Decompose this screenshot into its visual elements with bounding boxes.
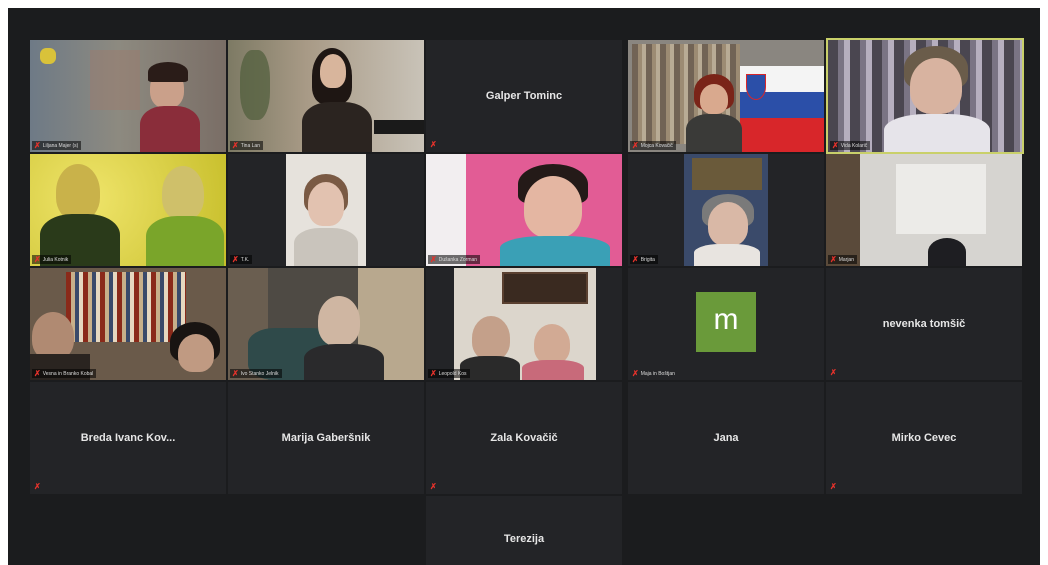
mic-off-icon: ✗ [232, 141, 239, 150]
participant-name: Tina Lan [240, 142, 260, 149]
participant-tile[interactable]: ✗ Mojca Kovačič [628, 40, 824, 152]
participant-name: Leopold Kos [438, 370, 467, 377]
name-tag: ✗ Marjan [828, 255, 857, 264]
participant-tile[interactable]: Galper Tominc ✗ [426, 40, 622, 152]
mic-off-icon: ✗ [632, 141, 639, 150]
mic-off-icon: ✗ [34, 141, 41, 150]
participant-name: Maja in Boštjan [640, 370, 675, 377]
participant-tile[interactable]: Terezija [426, 496, 622, 565]
mic-off-icon: ✗ [34, 255, 41, 264]
name-tag: ✗ Brigita [630, 255, 658, 264]
participant-name: Vesna in Branko Kobal [42, 370, 94, 377]
name-tag: ✗ Leopold Kos [428, 369, 470, 378]
mic-off-icon: ✗ [830, 368, 837, 377]
participant-tile-active-speaker[interactable]: ✗ Vida Kolarič [826, 38, 1024, 154]
participant-name: Marjan [838, 256, 854, 263]
video-feed [426, 154, 622, 266]
participant-name: Ivo Stanko Jelnik [240, 370, 279, 377]
participant-tile[interactable]: ✗ Brigita [628, 154, 824, 266]
name-tag: ✗ T.K. [230, 255, 253, 264]
video-feed [30, 268, 226, 380]
participant-name: Mirko Cevec [891, 432, 957, 444]
participant-name: Jana [713, 432, 739, 444]
participant-tile[interactable]: ✗ Julia Kotnik [30, 154, 226, 266]
participant-tile[interactable]: Jana [628, 382, 824, 494]
participant-tile[interactable]: ✗ Liljana Majer (s) [30, 40, 226, 152]
participant-name: Julia Kotnik [42, 256, 69, 263]
name-tag: ✗ Maja in Boštjan [630, 369, 678, 378]
participant-name: Brigita [640, 256, 655, 263]
participant-tile[interactable]: ✗ Marjan [826, 154, 1022, 266]
participant-name: Vida Kolarič [840, 142, 868, 149]
mic-off-icon: ✗ [632, 255, 639, 264]
participant-name: Liljana Majer (s) [42, 142, 79, 149]
gallery-view: ✗ Liljana Majer (s) ✗ Tina Lan Galper Tomi… [8, 8, 1040, 565]
participant-tile[interactable]: ✗ Dušanka Zorman [426, 154, 622, 266]
mic-off-icon: ✗ [430, 140, 437, 149]
video-feed [30, 154, 226, 266]
participant-name: Breda Ivanc Kov... [80, 432, 176, 444]
mic-off-icon: ✗ [34, 482, 41, 491]
video-feed [828, 40, 1022, 152]
participant-tile[interactable]: Marija Gaberšnik [228, 382, 424, 494]
mic-off-icon: ✗ [830, 255, 837, 264]
video-feed [228, 154, 424, 266]
participant-tile[interactable]: ✗ T.K. [228, 154, 424, 266]
mic-off-icon: ✗ [430, 255, 437, 264]
participant-tile[interactable]: ✗ Ivo Stanko Jelnik [228, 268, 424, 380]
mic-off-icon: ✗ [232, 255, 239, 264]
avatar: m [696, 292, 756, 352]
name-tag: ✗ Mojca Kovačič [630, 141, 676, 150]
video-feed [826, 154, 1022, 266]
participant-tile[interactable]: Zala Kovačič ✗ [426, 382, 622, 494]
participant-name: Zala Kovačič [490, 432, 558, 444]
participant-name: nevenka tomšič [882, 318, 966, 330]
name-tag: ✗ Vesna in Branko Kobal [32, 369, 97, 378]
name-tag: ✗ Ivo Stanko Jelnik [230, 369, 282, 378]
name-tag: ✗ Dušanka Zorman [428, 255, 481, 264]
participant-name: Mojca Kovačič [640, 142, 673, 149]
video-feed [228, 40, 424, 152]
mic-off-icon: ✗ [832, 141, 839, 150]
name-tag: ✗ Vida Kolarič [830, 141, 871, 150]
participant-name: Marija Gaberšnik [281, 432, 371, 444]
video-feed [30, 40, 226, 152]
participant-name: Terezija [503, 532, 545, 545]
participant-tile[interactable]: nevenka tomšič ✗ [826, 268, 1022, 380]
mic-off-icon: ✗ [830, 482, 837, 491]
participant-tile[interactable]: m ✗ Maja in Boštjan [628, 268, 824, 380]
participant-tile[interactable]: Mirko Cevec ✗ [826, 382, 1022, 494]
video-feed [228, 268, 424, 380]
mic-off-icon: ✗ [430, 369, 437, 378]
video-feed [628, 40, 824, 152]
video-feed [426, 268, 622, 380]
mic-off-icon: ✗ [430, 482, 437, 491]
name-tag: ✗ Julia Kotnik [32, 255, 72, 264]
participant-name: Galper Tominc [485, 90, 563, 102]
name-tag: ✗ Tina Lan [230, 141, 263, 150]
mic-off-icon: ✗ [232, 369, 239, 378]
video-feed [628, 154, 824, 266]
name-tag: ✗ Liljana Majer (s) [32, 141, 82, 150]
mic-off-icon: ✗ [34, 369, 41, 378]
participant-name: T.K. [240, 256, 250, 263]
participant-tile[interactable]: ✗ Leopold Kos [426, 268, 622, 380]
participant-tile[interactable]: ✗ Vesna in Branko Kobal [30, 268, 226, 380]
participant-tile[interactable]: ✗ Tina Lan [228, 40, 424, 152]
participant-name: Dušanka Zorman [438, 256, 478, 263]
mic-off-icon: ✗ [632, 369, 639, 378]
participant-tile[interactable]: Breda Ivanc Kov... ✗ [30, 382, 226, 494]
